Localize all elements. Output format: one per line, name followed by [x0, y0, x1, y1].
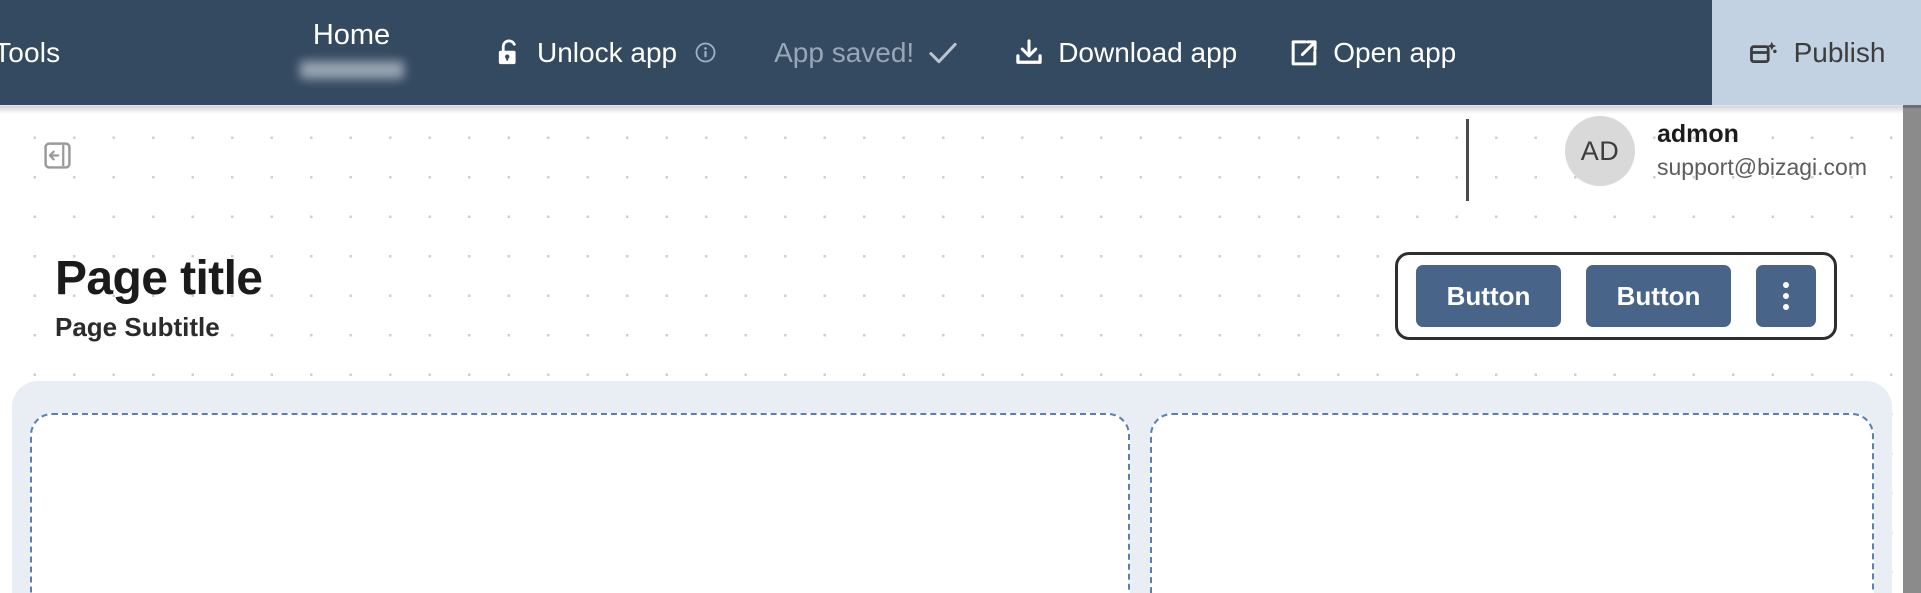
tab-home[interactable]: Home — [234, 0, 469, 105]
page-header[interactable]: Page title Page Subtitle — [55, 252, 263, 343]
tab-home-label: Home — [312, 19, 391, 52]
canvas-top-shadow — [0, 106, 1903, 114]
check-icon — [928, 40, 958, 66]
download-app-button[interactable]: Download app — [1014, 0, 1237, 105]
unlock-app-button[interactable]: Unlock app — [495, 0, 716, 105]
open-app-button[interactable]: Open app — [1289, 0, 1456, 105]
app-saved-label: App saved! — [774, 36, 915, 68]
unlock-app-label: Unlock app — [537, 36, 678, 68]
button-group-widget[interactable]: Button Button — [1395, 252, 1837, 340]
kebab-dot — [1783, 304, 1789, 310]
vertical-scrollbar[interactable] — [1903, 105, 1921, 593]
download-icon — [1014, 38, 1044, 68]
external-link-icon — [1289, 38, 1319, 68]
publish-label: Publish — [1793, 36, 1886, 68]
user-text: admon support@bizagi.com — [1657, 119, 1867, 182]
kebab-menu-icon[interactable] — [1756, 265, 1816, 327]
left-dropzone[interactable] — [30, 413, 1130, 593]
publish-button[interactable]: Publish — [1712, 0, 1921, 105]
top-navigation-bar: Tools Home Unlock app App saved! Downloa… — [0, 0, 1921, 105]
tools-menu-button[interactable]: Tools — [0, 0, 234, 105]
primary-button-2[interactable]: Button — [1586, 265, 1731, 327]
user-email: support@bizagi.com — [1657, 153, 1867, 180]
unlock-icon — [495, 38, 523, 68]
avatar-initials: AD — [1580, 135, 1620, 166]
tab-home-subtitle-redacted — [299, 60, 404, 79]
publish-sparkle-icon — [1748, 38, 1778, 68]
user-block-divider — [1466, 119, 1469, 201]
design-canvas[interactable]: AD admon support@bizagi.com Page title P… — [0, 105, 1903, 593]
page-subtitle: Page Subtitle — [55, 312, 220, 343]
user-name: admon — [1657, 120, 1739, 149]
primary-button-1[interactable]: Button — [1416, 265, 1561, 327]
collapse-panel-icon[interactable] — [44, 142, 71, 169]
user-profile[interactable]: AD admon support@bizagi.com — [1565, 116, 1867, 186]
app-root: Tools Home Unlock app App saved! Downloa… — [0, 0, 1921, 593]
app-saved-status: App saved! — [774, 0, 958, 105]
avatar: AD — [1565, 116, 1635, 186]
open-app-label: Open app — [1333, 36, 1457, 68]
info-icon[interactable] — [695, 42, 716, 63]
layout-container[interactable] — [12, 381, 1892, 593]
tools-menu-label: Tools — [0, 36, 61, 68]
download-app-label: Download app — [1058, 36, 1238, 68]
kebab-dot — [1783, 282, 1789, 288]
scrollbar-track-cap — [1903, 105, 1921, 108]
right-dropzone[interactable] — [1150, 413, 1874, 593]
kebab-dot — [1783, 293, 1789, 299]
page-title: Page title — [55, 252, 263, 305]
